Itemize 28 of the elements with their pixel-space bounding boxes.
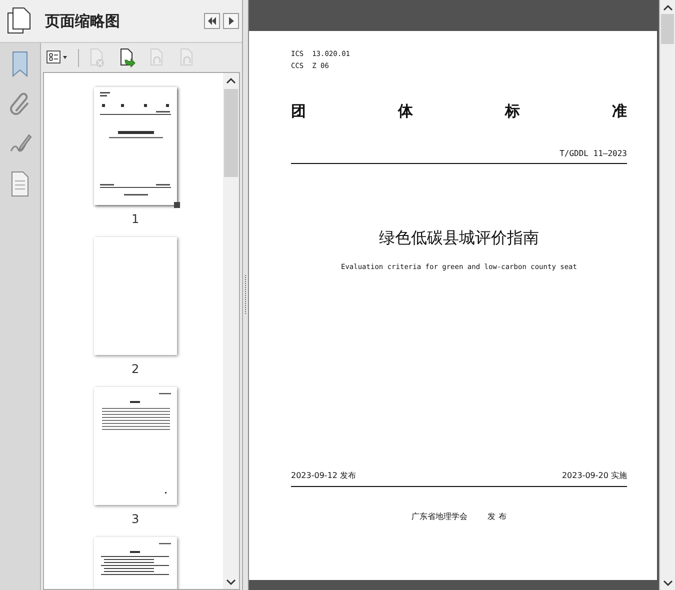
page-thumbnail[interactable] — [94, 387, 177, 505]
publisher: 广东省地理学会 — [412, 511, 468, 522]
standard-number: T/GDDL 11—2023 — [560, 149, 627, 158]
category-heading: 团 — [291, 102, 306, 121]
document-title: 绿色低碳县城评价指南 — [379, 228, 539, 249]
scrollbar-thumb[interactable] — [661, 14, 674, 44]
expand-button[interactable] — [222, 13, 239, 29]
scroll-down-button[interactable] — [226, 578, 236, 586]
page-thumbnail[interactable] — [94, 87, 177, 205]
category-heading: 准 — [612, 102, 627, 121]
page-number: 3 — [131, 512, 140, 526]
double-left-arrow-icon — [206, 16, 217, 26]
page-number: 2 — [131, 362, 140, 376]
page-thumbnail[interactable] — [94, 237, 177, 355]
grip-icon — [244, 275, 247, 315]
panel-title: 页面缩略图 — [45, 12, 121, 30]
collapse-button[interactable] — [204, 13, 220, 29]
scrollbar-thumb[interactable] — [224, 89, 238, 177]
issue-date: 2023-09-12 发布 — [291, 470, 356, 481]
publish-label: 发 布 — [488, 511, 506, 522]
scroll-up-button[interactable] — [663, 4, 673, 10]
effective-date: 2023-09-20 实施 — [562, 470, 627, 481]
category-heading: 体 — [398, 102, 413, 121]
scroll-up-button[interactable] — [226, 76, 236, 84]
scroll-down-button[interactable] — [663, 580, 673, 586]
page-number: 1 — [131, 212, 140, 226]
category-heading: 标 — [505, 102, 520, 121]
pages-icon[interactable] — [7, 7, 31, 35]
